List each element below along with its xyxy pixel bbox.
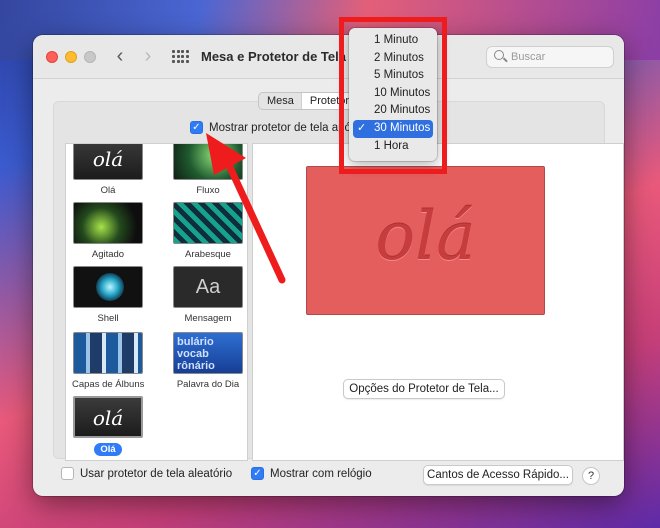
saver-label: Agitado [91, 249, 125, 260]
screensaver-preview: olá [306, 166, 545, 315]
start-after-label: Mostrar protetor de tela após [209, 121, 357, 134]
help-button[interactable]: ? [582, 467, 600, 485]
saver-label: Shell [97, 313, 119, 324]
start-after-checkbox[interactable]: ✓ [190, 121, 203, 134]
thumb-text: olá [92, 406, 124, 430]
saver-label: Olá [100, 185, 116, 196]
saver-thumbnail [73, 332, 143, 374]
saver-label: Fluxo [196, 185, 220, 196]
saver-fluxo[interactable]: Fluxo [172, 144, 244, 196]
screensaver-list[interactable]: olá Olá Fluxo Agitado Arabesque Shell Aa… [65, 143, 248, 461]
saver-label: Mensagem [184, 313, 232, 324]
random-saver-label: Usar protetor de tela aleatório [80, 467, 233, 480]
saver-shell[interactable]: Shell [72, 266, 144, 324]
tab-mesa[interactable]: Mesa [259, 93, 302, 109]
title-bar: ‹ › Mesa e Protetor de Tela Buscar [33, 35, 624, 79]
saver-thumbnail [73, 202, 143, 244]
window-title: Mesa e Protetor de Tela [201, 49, 346, 64]
saver-thumbnail: bulário vocab rônário [173, 332, 243, 374]
saver-label: Capas de Álbuns [72, 379, 145, 390]
thumb-text: olá [92, 147, 124, 171]
saver-thumbnail: olá [73, 144, 143, 180]
saver-mensagem[interactable]: Aa Mensagem [172, 266, 244, 324]
zoom-button[interactable] [84, 51, 96, 63]
shell-flower-icon [96, 273, 124, 301]
annotation-highlight-box [339, 17, 447, 174]
search-icon [494, 50, 504, 60]
random-saver-checkbox[interactable] [61, 467, 74, 480]
saver-thumbnail: Aa [173, 266, 243, 308]
saver-thumbnail [73, 266, 143, 308]
saver-label: Palavra do Dia [176, 379, 240, 390]
start-after-option[interactable]: ✓ Mostrar protetor de tela após [190, 121, 357, 134]
saver-arabesque[interactable]: Arabesque [172, 202, 244, 260]
show-all-grid-icon[interactable] [172, 50, 189, 64]
forward-chevron-icon[interactable]: › [138, 46, 158, 68]
saver-thumbnail: olá [73, 396, 143, 438]
screensaver-options-button[interactable]: Opções do Protetor de Tela... [343, 379, 505, 399]
saver-thumbnail [173, 144, 243, 180]
thumb-text: Aa [195, 276, 221, 298]
saver-thumbnail [173, 202, 243, 244]
search-placeholder: Buscar [511, 51, 546, 63]
close-button[interactable] [46, 51, 58, 63]
saver-ola[interactable]: olá Olá [72, 144, 144, 196]
search-field[interactable]: Buscar [486, 46, 614, 68]
saver-capas-de-albuns[interactable]: Capas de Álbuns [72, 332, 144, 390]
show-clock-option[interactable]: ✓ Mostrar com relógio [251, 467, 372, 480]
show-clock-checkbox[interactable]: ✓ [251, 467, 264, 480]
thumb-text: bulário vocab rônário [177, 336, 215, 372]
hot-corners-button[interactable]: Cantos de Acesso Rápido... [423, 465, 573, 485]
saver-ola-selected[interactable]: olá Olá [72, 396, 144, 456]
back-chevron-icon[interactable]: ‹ [110, 46, 130, 68]
saver-label-selected: Olá [94, 443, 122, 456]
saver-label: Arabesque [185, 249, 231, 260]
saver-palavra-do-dia[interactable]: bulário vocab rônário Palavra do Dia [172, 332, 244, 390]
show-clock-label: Mostrar com relógio [270, 467, 372, 480]
saver-agitado[interactable]: Agitado [72, 202, 144, 260]
random-saver-option[interactable]: Usar protetor de tela aleatório [61, 467, 232, 480]
minimize-button[interactable] [65, 51, 77, 63]
